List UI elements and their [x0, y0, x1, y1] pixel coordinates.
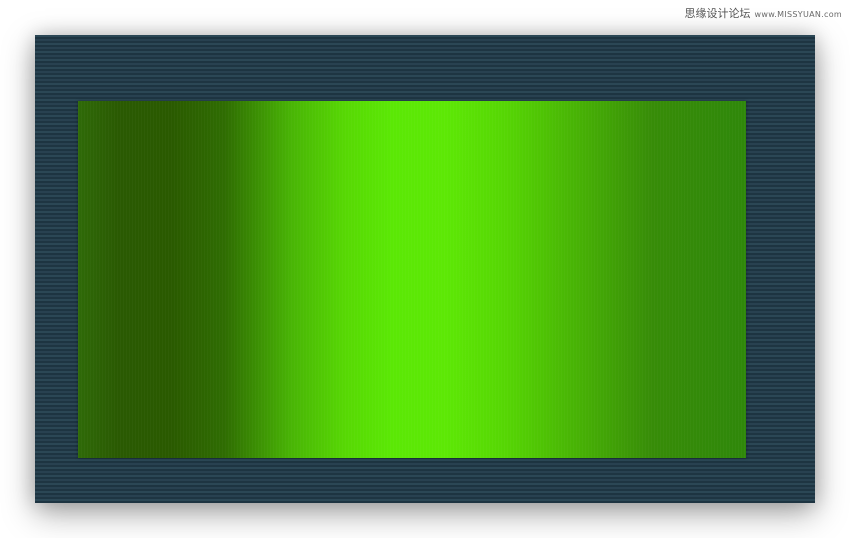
watermark-site: www.MISSYUAN.com: [754, 10, 842, 19]
striped-panel: [35, 35, 815, 503]
green-gradient-rectangle: [78, 101, 746, 458]
watermark: 思缘设计论坛 www.MISSYUAN.com: [685, 7, 842, 22]
watermark-text: 思缘设计论坛: [684, 7, 751, 20]
